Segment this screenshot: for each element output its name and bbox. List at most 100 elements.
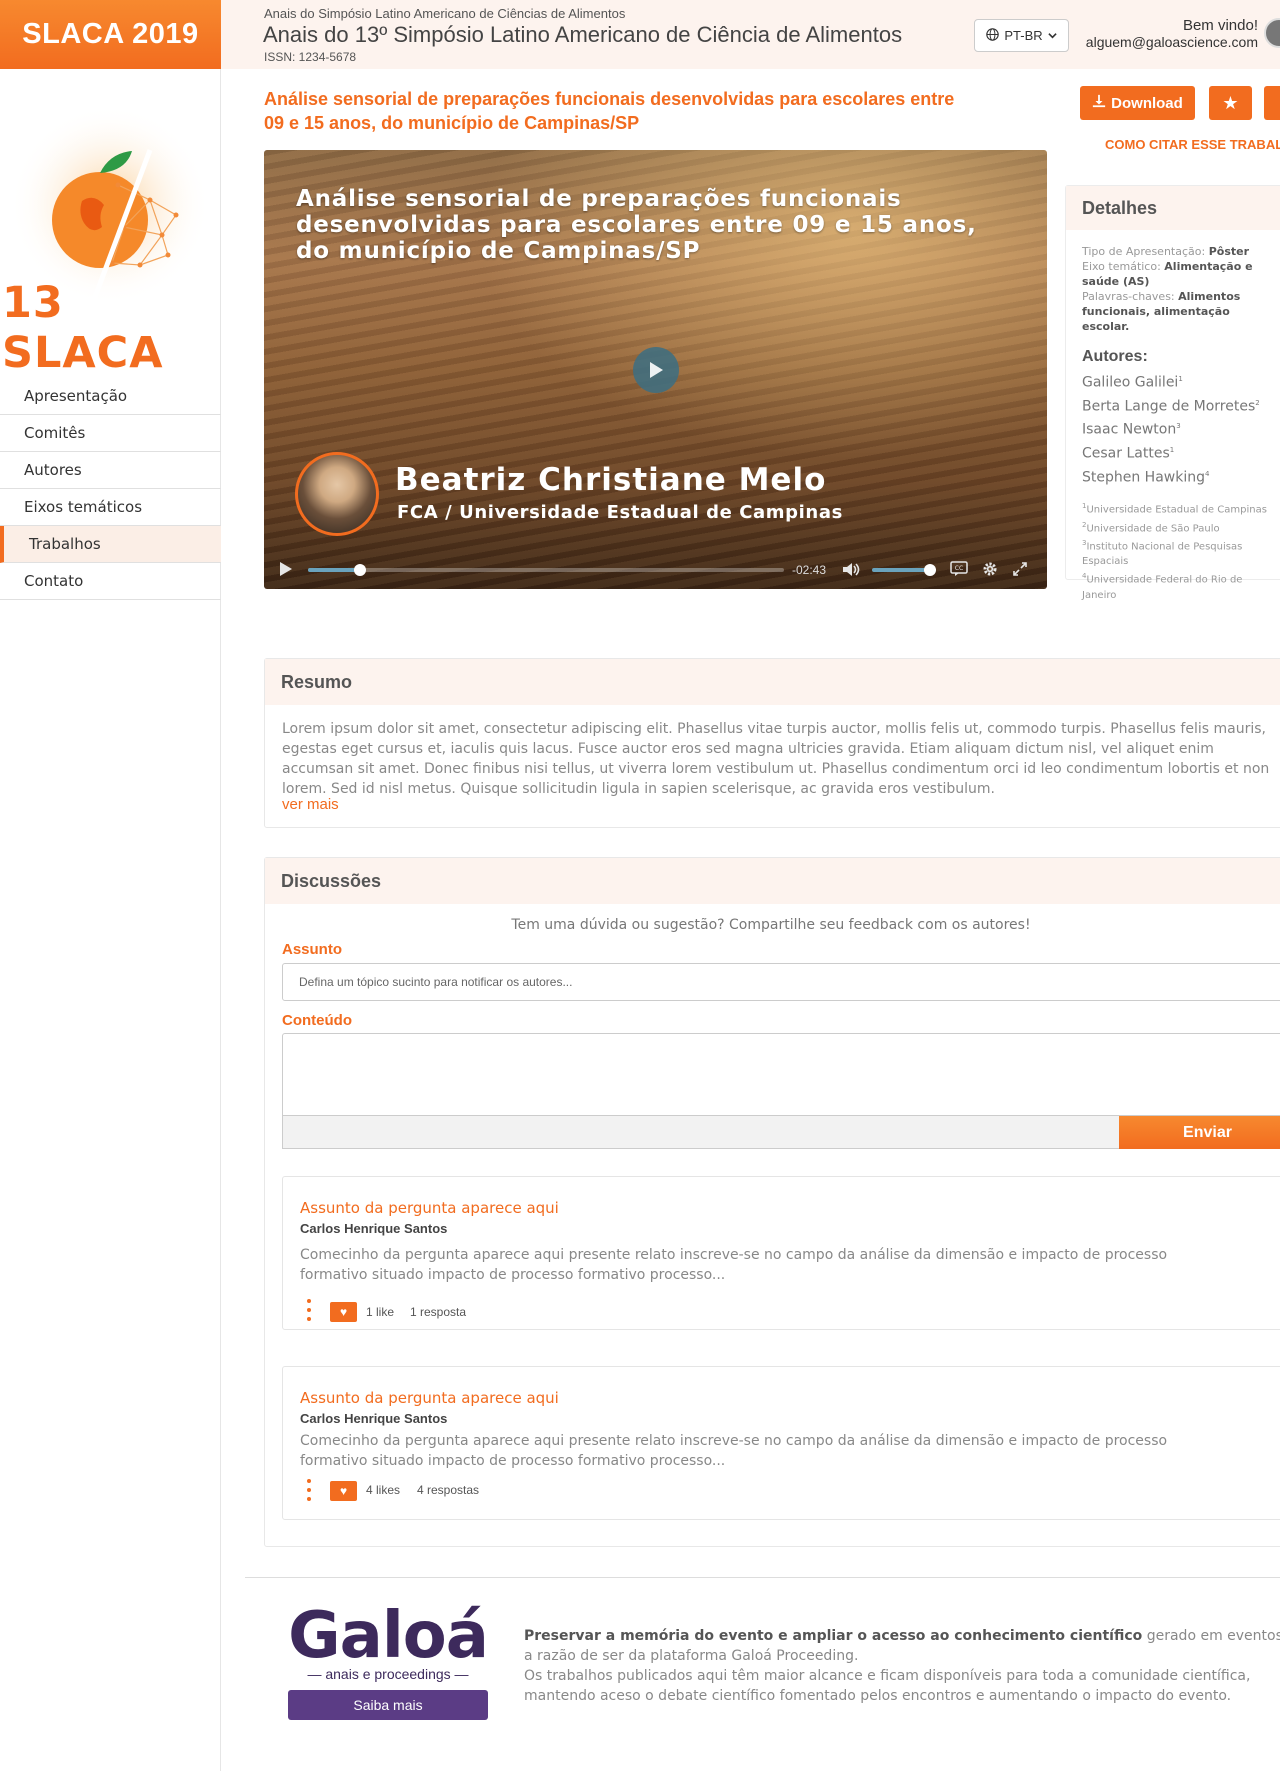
- user-avatar[interactable]: [1264, 18, 1280, 48]
- content-textarea[interactable]: [282, 1033, 1280, 1115]
- globe-icon: [986, 27, 1000, 44]
- authors-list: Galileo Galilei1 Berta Lange de Morretes…: [1066, 366, 1280, 487]
- nav-item-apresentacao[interactable]: Apresentação: [0, 378, 221, 415]
- volume-handle[interactable]: [924, 564, 936, 576]
- question-body-line: Comecinho da pergunta aparece aqui prese…: [300, 1433, 1168, 1449]
- proceedings-title[interactable]: Anais do 13º Simpósio Latino Americano d…: [263, 22, 902, 48]
- play-small-icon[interactable]: [279, 561, 293, 580]
- details-heading: Detalhes: [1066, 186, 1280, 230]
- time-remaining: -02:43: [792, 563, 827, 577]
- nav-item-contato[interactable]: Contato: [0, 563, 221, 600]
- axis-label: Eixo temático:: [1082, 260, 1161, 273]
- discussions-prompt: Tem uma dúvida ou sugestão? Compartilhe …: [511, 917, 1031, 933]
- question-card[interactable]: Assunto da pergunta aparece aqui Carlos …: [282, 1176, 1280, 1330]
- question-author: Carlos Henrique Santos: [300, 1411, 448, 1426]
- nav-item-comites[interactable]: Comitês: [0, 415, 221, 452]
- more-options-icon[interactable]: [307, 1299, 313, 1321]
- keywords-label: Palavras-chaves:: [1082, 290, 1175, 303]
- favorite-button[interactable]: ★: [1209, 86, 1252, 120]
- affiliations-list: 1Universidade Estadual de Campinas 2Univ…: [1066, 487, 1280, 602]
- user-greeting[interactable]: Bem vindo! alguem@galoascience.com: [1086, 17, 1258, 51]
- star-icon: ★: [1222, 92, 1239, 113]
- reply-count[interactable]: 1 resposta: [410, 1305, 466, 1319]
- nav-item-trabalhos[interactable]: Trabalhos: [0, 526, 221, 563]
- volume-icon[interactable]: [842, 562, 860, 580]
- language-select[interactable]: PT-BR: [974, 19, 1069, 52]
- proceedings-pretitle: Anais do Simpósio Latino Americano de Ci…: [264, 6, 626, 21]
- affiliation-item: 4Universidade Federal do Rio de Janeiro: [1082, 572, 1243, 601]
- question-author: Carlos Henrique Santos: [300, 1221, 448, 1236]
- speaker-photo: [295, 452, 379, 536]
- nav-item-autores[interactable]: Autores: [0, 452, 221, 489]
- author-item[interactable]: Berta Lange de Morretes2: [1082, 393, 1278, 417]
- user-email: alguem@galoascience.com: [1085, 34, 1258, 50]
- affiliation-item: 1Universidade Estadual de Campinas: [1082, 502, 1267, 516]
- download-button[interactable]: Download: [1080, 86, 1195, 120]
- discussions-card: Discussões Tem uma dúvida ou sugestão? C…: [264, 857, 1280, 1547]
- author-item[interactable]: Cesar Lattes1: [1082, 440, 1278, 464]
- nav-item-eixos-tematicos[interactable]: Eixos temáticos: [0, 489, 221, 526]
- abstract-line: egestas eget cursus et, iaculis quis lac…: [282, 741, 1214, 757]
- presentation-type-label: Tipo de Apresentação:: [1082, 245, 1206, 258]
- like-count: 4 likes: [366, 1483, 401, 1497]
- affiliation-item: 3Instituto Nacional de Pesquisas Espacia…: [1082, 538, 1243, 568]
- top-header: Anais do Simpósio Latino Americano de Ci…: [221, 0, 1280, 69]
- work-title: Análise sensorial de preparações funcion…: [264, 89, 955, 133]
- content-label: Conteúdo: [282, 1012, 352, 1029]
- like-count: 1 like: [366, 1305, 395, 1319]
- issn: ISSN: 1234-5678: [264, 50, 357, 64]
- details-meta: Tipo de Apresentação: Pôster Eixo temáti…: [1066, 230, 1280, 334]
- subject-label: Assunto: [282, 941, 342, 958]
- footer-text: mantendo aceso o debate científico fomen…: [524, 1688, 1232, 1704]
- cite-link[interactable]: COMO CITAR ESSE TRABALHO?: [1105, 137, 1280, 152]
- event-brand[interactable]: SLACA 2019: [0, 0, 221, 69]
- captions-icon[interactable]: CC: [950, 561, 968, 579]
- abstract-card: Resumo Lorem ipsum dolor sit amet, conse…: [264, 658, 1280, 828]
- video-progress-handle[interactable]: [354, 564, 367, 576]
- event-logo-text: 13 SLACA: [2, 278, 164, 378]
- heart-icon: ♥: [339, 1484, 348, 1498]
- play-button[interactable]: [633, 347, 679, 393]
- learn-more-button[interactable]: Saiba mais: [288, 1690, 488, 1720]
- settings-gear-icon[interactable]: [982, 561, 998, 580]
- question-body-line: formativo situado impacto de processo fo…: [300, 1267, 726, 1283]
- sidebar: SLACA 2019 13 SLACA Apresentação Comitês…: [0, 0, 221, 1771]
- download-label: Download: [1111, 94, 1183, 112]
- like-button[interactable]: ♥: [330, 1481, 357, 1501]
- video-player[interactable]: Análise sensorial de preparações funcion…: [264, 150, 1047, 589]
- question-body: Comecinho da pergunta aparece aqui prese…: [300, 1245, 1260, 1285]
- question-body-line: formativo situado impacto de processo fo…: [300, 1453, 726, 1469]
- speaker-name: Beatriz Christiane Melo: [395, 462, 827, 498]
- send-button[interactable]: Enviar: [1119, 1116, 1280, 1149]
- fullscreen-icon[interactable]: [1012, 561, 1028, 580]
- video-progress-bar[interactable]: [308, 564, 784, 576]
- abstract-line: Lorem ipsum dolor sit amet, consectetur …: [282, 721, 1266, 737]
- subject-input[interactable]: [282, 963, 1280, 1001]
- chevron-down-icon: [1047, 28, 1057, 43]
- question-title[interactable]: Assunto da pergunta aparece aqui: [300, 1389, 559, 1407]
- question-body-line: Comecinho da pergunta aparece aqui prese…: [300, 1247, 1168, 1263]
- share-button[interactable]: [1264, 86, 1280, 120]
- authors-heading: Autores:: [1082, 348, 1148, 365]
- galoa-wordmark: Galoá: [288, 1599, 489, 1673]
- question-title[interactable]: Assunto da pergunta aparece aqui: [300, 1199, 559, 1217]
- question-card[interactable]: Assunto da pergunta aparece aqui Carlos …: [282, 1366, 1280, 1520]
- like-button[interactable]: ♥: [330, 1302, 357, 1322]
- author-item[interactable]: Stephen Hawking4: [1082, 464, 1278, 488]
- download-icon: [1092, 94, 1106, 112]
- author-item[interactable]: Galileo Galilei1: [1082, 369, 1278, 393]
- sidebar-nav: Apresentação Comitês Autores Eixos temát…: [0, 378, 221, 600]
- galoa-tagline: — anais e proceedings —: [307, 1666, 469, 1682]
- galoa-logo[interactable]: Galoá — anais e proceedings —: [288, 1599, 489, 1682]
- more-options-icon[interactable]: [307, 1479, 313, 1501]
- read-more-link[interactable]: ver mais: [282, 796, 339, 813]
- abstract-heading: Resumo: [265, 659, 1280, 705]
- abstract-text: Lorem ipsum dolor sit amet, consectetur …: [282, 719, 1280, 799]
- reply-count[interactable]: 4 respostas: [417, 1483, 479, 1497]
- presentation-type-value: Pôster: [1208, 245, 1250, 258]
- welcome-text: Bem vindo!: [1182, 17, 1258, 34]
- video-controls: -02:43 CC: [264, 550, 1047, 589]
- footer-text-bold: Preservar a memória do evento e ampliar …: [524, 1628, 1143, 1644]
- author-item[interactable]: Isaac Newton3: [1082, 416, 1278, 440]
- content-toolbar: Enviar: [282, 1115, 1280, 1149]
